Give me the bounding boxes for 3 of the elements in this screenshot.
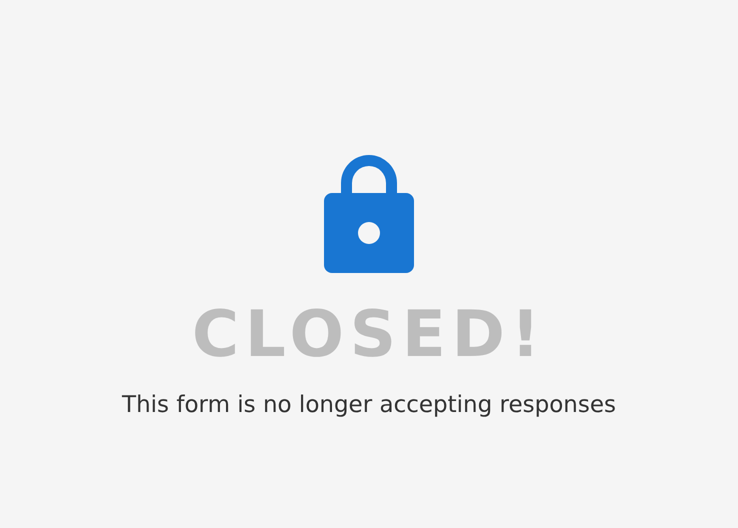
closed-message: This form is no longer accepting responses bbox=[122, 391, 616, 420]
lock-icon bbox=[324, 155, 414, 273]
closed-heading: CLOSED! bbox=[192, 297, 546, 374]
